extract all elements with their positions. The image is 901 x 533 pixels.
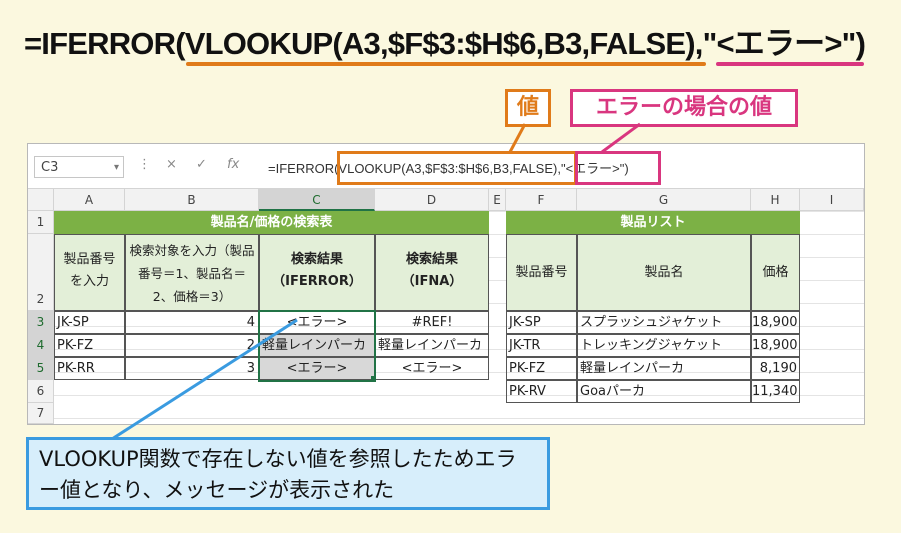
value-connector: [508, 123, 527, 153]
explanation-note: VLOOKUP関数で存在しない値を参照したためエラー値となり、メッセージが表示さ…: [26, 437, 550, 510]
error-connector: [601, 122, 641, 154]
note-connector: [111, 318, 298, 441]
